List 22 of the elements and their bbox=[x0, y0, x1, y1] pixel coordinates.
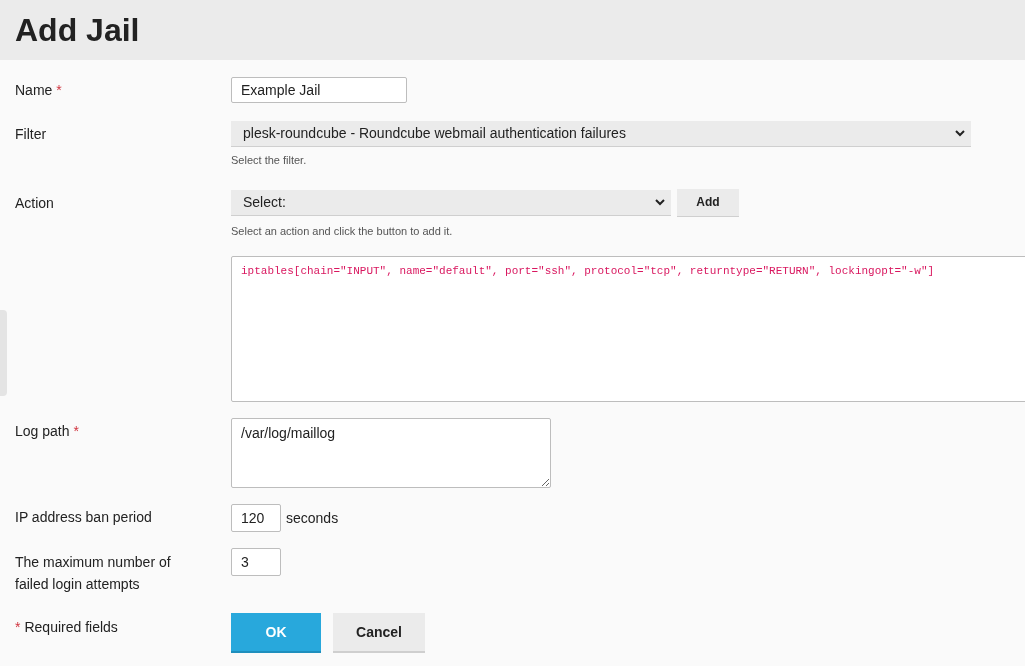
ban-period-input[interactable]: 120 bbox=[231, 504, 281, 532]
hint-text: Select the filter. bbox=[231, 153, 308, 168]
actions-textarea[interactable]: iptables[chain="INPUT", name="default", port="ssh", protocol="tcp", returntype="RETURN", lockingopt="-w"] bbox=[231, 256, 1025, 402]
required-note: * Required fields bbox=[15, 618, 119, 637]
field-label: Filter bbox=[15, 125, 48, 143]
cancel-button[interactable]: Cancel bbox=[333, 613, 425, 653]
chevron-down-icon bbox=[655, 198, 665, 206]
field-label: Log path * bbox=[15, 422, 80, 440]
page-title: Add Jail bbox=[15, 11, 140, 50]
dropdown[interactable]: plesk-roundcube - Roundcube webmail authentication failures bbox=[231, 121, 971, 147]
add-button[interactable]: Add bbox=[677, 188, 739, 217]
log-path-textarea[interactable]: /var/log/maillog bbox=[231, 418, 551, 488]
field-label: Action bbox=[15, 193, 55, 212]
max-attempts-input[interactable]: 3 bbox=[231, 548, 281, 576]
hint-text: Select an action and click the button to add it. bbox=[231, 223, 454, 239]
field-label: Name * bbox=[15, 81, 63, 99]
dropdown[interactable]: Select: bbox=[231, 189, 671, 216]
field-label: The maximum number of failed login attempts bbox=[15, 553, 172, 594]
field-label: IP address ban period bbox=[15, 508, 153, 526]
chevron-down-icon bbox=[955, 130, 965, 137]
unit-label: seconds bbox=[286, 508, 339, 528]
name-input[interactable]: Example Jail bbox=[231, 77, 407, 103]
